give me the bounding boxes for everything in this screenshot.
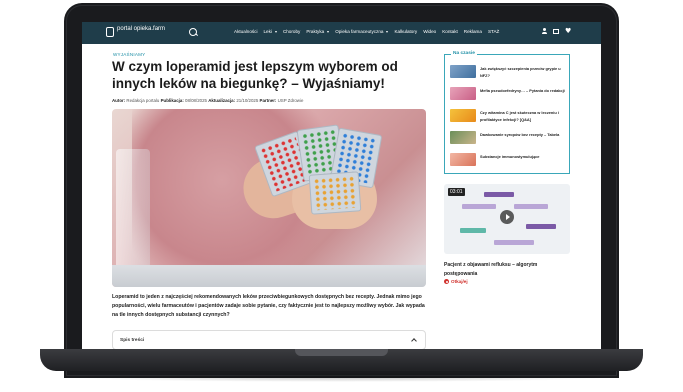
- hero-image: [112, 109, 426, 287]
- trending-thumbnail: [450, 87, 476, 100]
- laptop-shadow: [60, 372, 623, 382]
- search-icon[interactable]: [189, 28, 197, 36]
- nav-label: Opieka farmaceutyczna: [335, 29, 384, 34]
- flowchart-node: [494, 240, 534, 245]
- video-title[interactable]: Pacjent z objawami refluksu – algorytm p…: [444, 261, 570, 279]
- card-icon[interactable]: [553, 28, 559, 34]
- trending-thumbnail: [450, 131, 476, 144]
- nav-label: Wideo: [423, 29, 437, 34]
- trending-item-label: Czy witamina C jest skuteczna w leczeniu…: [480, 110, 559, 122]
- heart-icon[interactable]: ♥: [565, 28, 571, 35]
- published-value: 08/08/2025: [185, 98, 207, 103]
- nav-item-staz[interactable]: STAŻ: [488, 29, 499, 34]
- trending-thumbnail: [450, 65, 476, 78]
- trending-thumbnail: [450, 153, 476, 166]
- locked-label: Otkaj/ej: [451, 279, 468, 284]
- nav-label: STAŻ: [487, 29, 500, 34]
- toc-label: Spis treści: [120, 338, 145, 343]
- flowchart-node: [462, 204, 496, 209]
- logo-text: portal opieka.farm: [117, 26, 166, 32]
- nav-label: Aktualności: [234, 29, 258, 34]
- video-card[interactable]: 03:01: [444, 184, 570, 254]
- trending-item[interactable]: Dawkowanie syropów bez recepty – Tabela: [450, 131, 566, 149]
- nav-item-wideo[interactable]: Wideo: [423, 29, 436, 34]
- nav-label: Kontakt: [442, 29, 458, 34]
- partner-value: USP Zdrowie: [277, 98, 304, 103]
- nav-item-choroby[interactable]: Choroby: [283, 29, 300, 34]
- nav-label: Kalkulatory: [394, 29, 418, 34]
- trending-item-label: Dawkowanie syropów bez recepty – Tabela: [480, 132, 560, 137]
- nav-label: Praktyka: [306, 29, 325, 34]
- hero-glass: [116, 149, 150, 269]
- main-nav: Aktualności Leki Choroby Praktyka Opieka…: [234, 29, 499, 34]
- trending-item-label: Jak zwiększyć szczepienia przeciw grypie…: [480, 66, 561, 78]
- play-icon[interactable]: [500, 210, 514, 224]
- browser-screen: portal opieka.farm Aktualności Leki Chor…: [82, 22, 601, 349]
- trending-title: Na czasie: [451, 51, 477, 56]
- video-duration: 03:01: [448, 188, 465, 196]
- nav-item-aktualnosci[interactable]: Aktualności: [234, 29, 258, 34]
- blister-pack: [308, 171, 362, 215]
- nav-item-kontakt[interactable]: Kontakt: [442, 29, 458, 34]
- partner-label: Partner:: [259, 98, 277, 103]
- nav-item-leki[interactable]: Leki: [264, 29, 277, 34]
- updated-label: Aktualizacja:: [208, 98, 236, 103]
- laptop-notch: [295, 349, 388, 356]
- article-category[interactable]: WYJAŚNIAMY: [113, 52, 145, 57]
- nav-label: Reklama: [463, 29, 482, 34]
- article-lead: Loperamid to jeden z najczęściej rekomen…: [112, 294, 425, 318]
- nav-label: Choroby: [282, 29, 301, 34]
- flowchart-node: [526, 224, 556, 229]
- trending-item[interactable]: Substancje immunostymulujące: [450, 153, 566, 171]
- flowchart-node: [460, 228, 486, 233]
- chevron-down-icon: [386, 30, 389, 33]
- author-value: Redakcja portalu: [126, 98, 160, 103]
- article-title: W czym loperamid jest lepszym wyborem od…: [112, 59, 398, 91]
- site-header: portal opieka.farm Aktualności Leki Chor…: [82, 22, 601, 44]
- trending-item[interactable]: Czy witamina C jest skuteczna w leczeniu…: [450, 109, 566, 127]
- flowchart-node: [484, 192, 514, 197]
- table-of-contents[interactable]: Spis treści: [112, 330, 426, 349]
- header-icons: ♥: [541, 28, 571, 35]
- lock-icon: [444, 279, 449, 284]
- trending-item-label: Mefia pseudoefedryny… – Pytania do redak…: [480, 88, 565, 93]
- hero-table: [112, 265, 426, 287]
- published-label: Publikacja:: [160, 98, 184, 103]
- nav-item-praktyka[interactable]: Praktyka: [306, 29, 330, 34]
- trending-item-label: Substancje immunostymulujące: [480, 154, 540, 159]
- nav-item-kalkulatory[interactable]: Kalkulatory: [394, 29, 417, 34]
- nav-item-reklama[interactable]: Reklama: [464, 29, 482, 34]
- updated-value: 21/10/2025: [236, 98, 259, 103]
- user-icon[interactable]: [541, 28, 547, 34]
- trending-item[interactable]: Jak zwiększyć szczepienia przeciw grypie…: [450, 65, 566, 83]
- chevron-down-icon: [327, 30, 330, 33]
- nav-item-opieka[interactable]: Opieka farmaceutyczna: [335, 29, 389, 34]
- article-meta: Autor: Redakcja portalu Publikacja: 08/0…: [112, 98, 303, 103]
- chevron-up-icon[interactable]: [411, 338, 417, 344]
- author-label: Autor:: [112, 98, 126, 103]
- trending-thumbnail: [450, 109, 476, 122]
- nav-label: Leki: [263, 29, 272, 34]
- locked-badge: Otkaj/ej: [444, 279, 468, 284]
- flowchart-node: [514, 204, 548, 209]
- chevron-down-icon: [274, 30, 277, 33]
- logo-icon: [106, 27, 114, 37]
- trending-item[interactable]: Mefia pseudoefedryny… – Pytania do redak…: [450, 87, 566, 105]
